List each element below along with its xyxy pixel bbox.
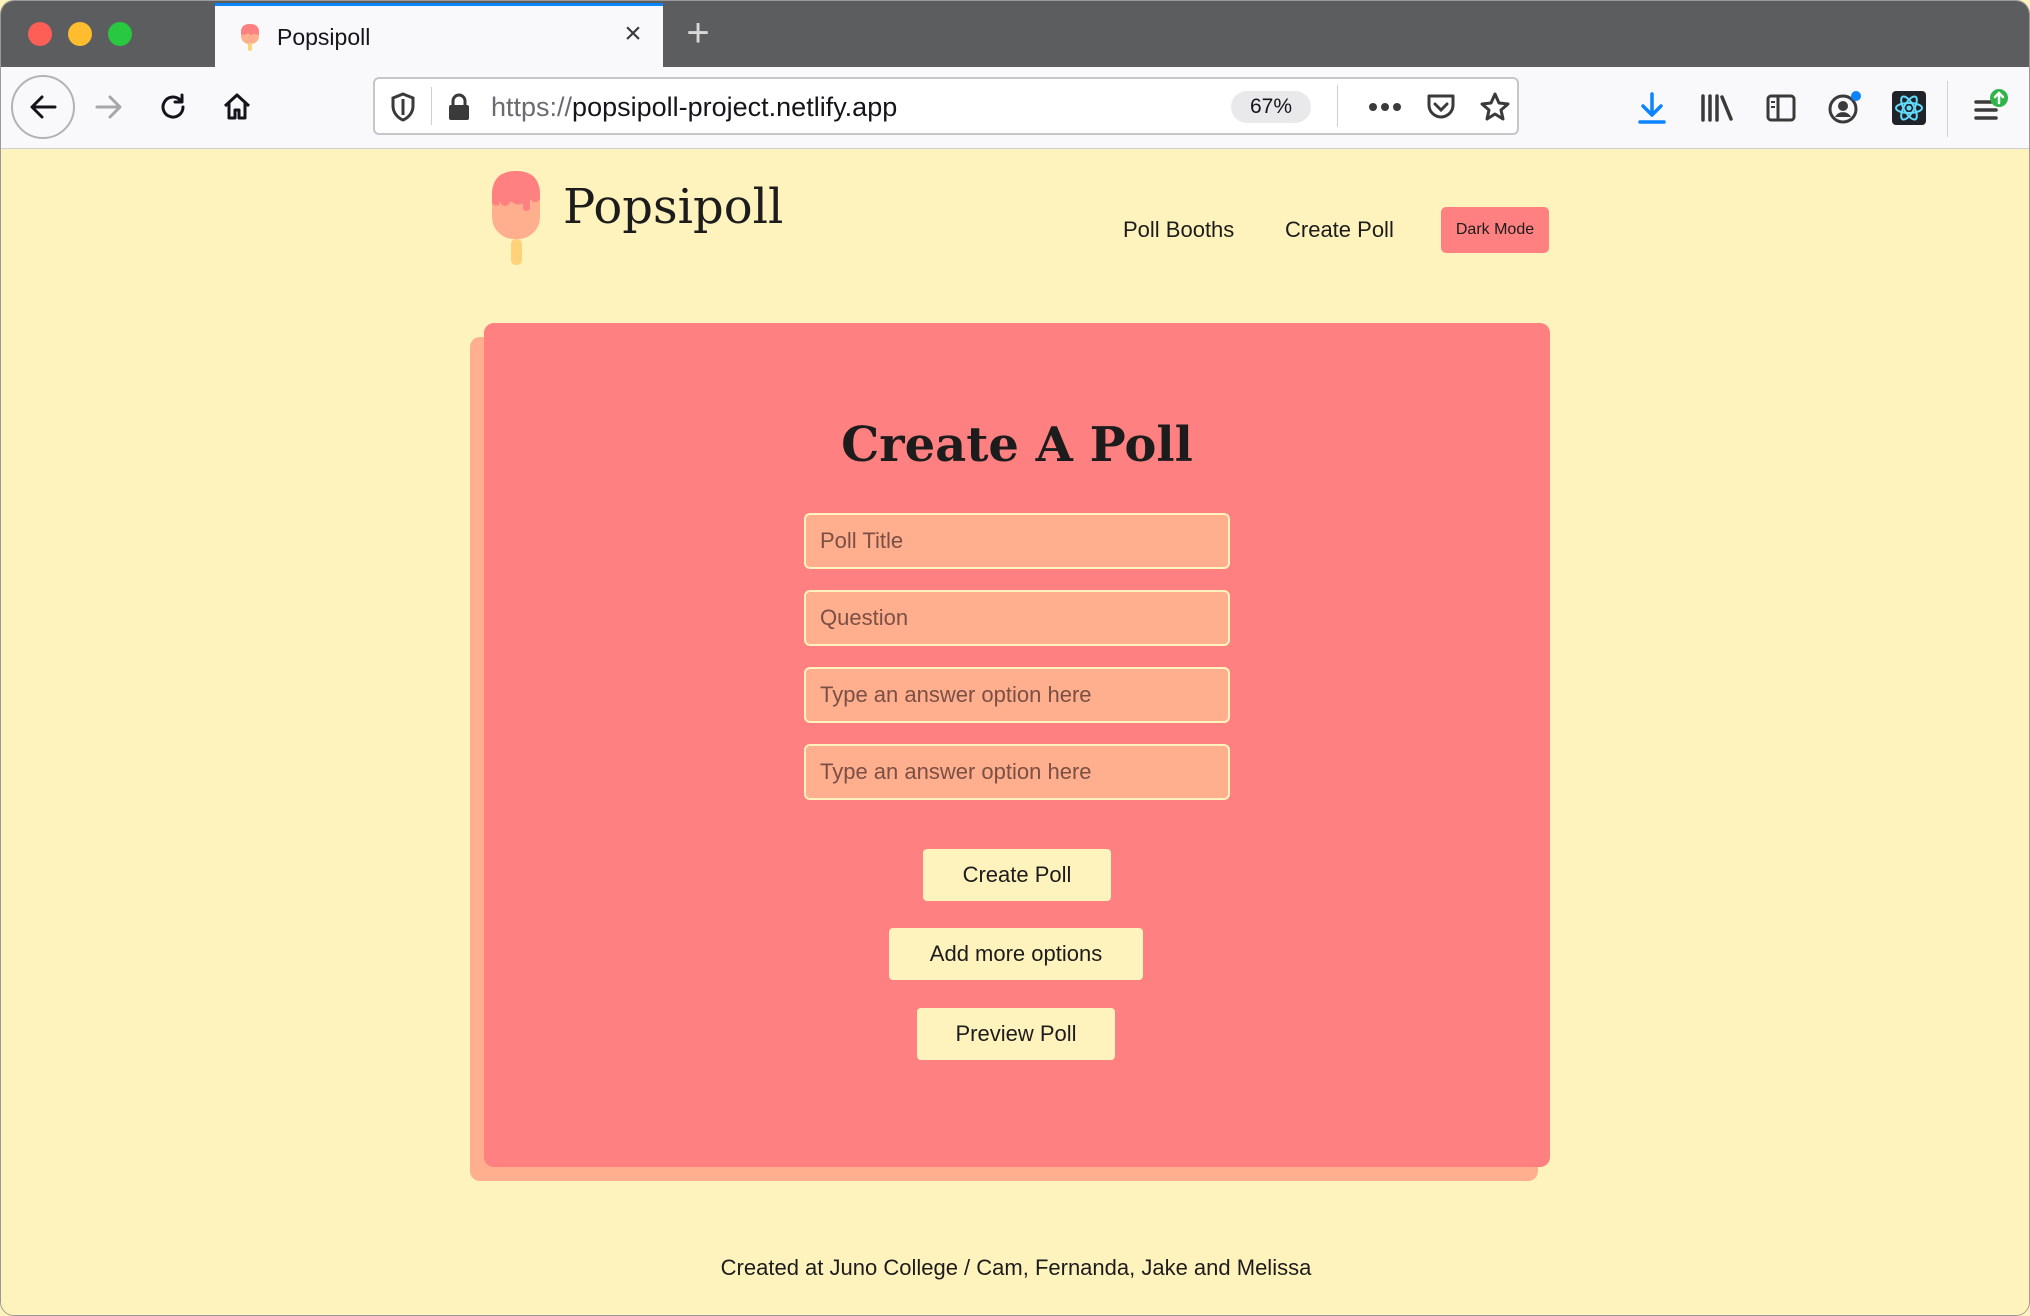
tab-strip: Popsipoll × + [1, 1, 2029, 67]
nav-link-create-poll[interactable]: Create Poll [1285, 217, 1394, 243]
add-more-options-button[interactable]: Add more options [889, 928, 1143, 980]
pocket-icon[interactable] [1423, 89, 1459, 125]
dark-mode-button[interactable]: Dark Mode [1441, 207, 1549, 253]
answer-option-input-1[interactable] [804, 667, 1230, 723]
page-content: Popsipoll Poll Booths Create Poll Dark M… [1, 149, 2029, 1315]
home-icon [223, 93, 251, 120]
browser-window: Popsipoll × + https://popsipoll-project.… [0, 0, 2030, 1316]
url-divider [1337, 85, 1338, 127]
popsicle-favicon-icon [241, 24, 259, 51]
sidebar-icon[interactable] [1758, 85, 1804, 131]
bookmark-star-icon[interactable] [1477, 89, 1513, 125]
page-title: Create A Poll [841, 417, 1193, 473]
arrow-left-icon [30, 95, 57, 119]
zoom-window-button[interactable] [108, 22, 132, 46]
preview-poll-button[interactable]: Preview Poll [917, 1008, 1115, 1060]
url-text[interactable]: https://popsipoll-project.netlify.app [491, 92, 897, 123]
create-poll-card: Create A Poll Create Poll Add more optio… [484, 323, 1550, 1167]
back-button[interactable] [11, 75, 75, 139]
reload-icon [161, 93, 185, 119]
nav-link-poll-booths[interactable]: Poll Booths [1123, 217, 1234, 243]
tab-popsipoll[interactable]: Popsipoll × [215, 3, 663, 67]
new-tab-button[interactable]: + [677, 13, 719, 55]
url-host: popsipoll-project.netlify.app [572, 92, 898, 122]
arrow-right-icon [95, 95, 122, 119]
app-menu-icon[interactable] [1967, 85, 2013, 131]
more-actions-icon[interactable] [1367, 89, 1403, 125]
tab-title: Popsipoll [277, 24, 371, 50]
poll-title-input[interactable] [804, 513, 1230, 569]
question-input[interactable] [804, 590, 1230, 646]
close-window-button[interactable] [28, 22, 52, 46]
react-devtools-icon[interactable] [1886, 85, 1932, 131]
url-divider [431, 87, 432, 125]
account-icon[interactable] [1822, 85, 1868, 131]
library-icon[interactable] [1694, 85, 1740, 131]
url-bar[interactable]: https://popsipoll-project.netlify.app 67… [373, 77, 1519, 135]
nav-toolbar: https://popsipoll-project.netlify.app 67… [1, 67, 2029, 149]
home-button[interactable] [205, 75, 269, 139]
site-title[interactable]: Popsipoll [563, 179, 783, 235]
lock-icon[interactable] [445, 91, 473, 128]
minimize-window-button[interactable] [68, 22, 92, 46]
forward-button[interactable] [77, 75, 141, 139]
reload-button[interactable] [141, 75, 205, 139]
zoom-level-badge[interactable]: 67% [1231, 91, 1311, 123]
popsicle-logo-icon[interactable] [489, 167, 543, 267]
tab-close-icon[interactable]: × [613, 14, 653, 54]
footer-credits: Created at Juno College / Cam, Fernanda,… [720, 1255, 1312, 1280]
create-poll-button[interactable]: Create Poll [923, 849, 1111, 901]
url-scheme: https:// [491, 92, 573, 122]
toolbar-divider [1947, 81, 1948, 137]
downloads-icon[interactable] [1629, 85, 1675, 131]
tracking-protection-shield-icon[interactable] [389, 91, 417, 128]
answer-option-input-2[interactable] [804, 744, 1230, 800]
